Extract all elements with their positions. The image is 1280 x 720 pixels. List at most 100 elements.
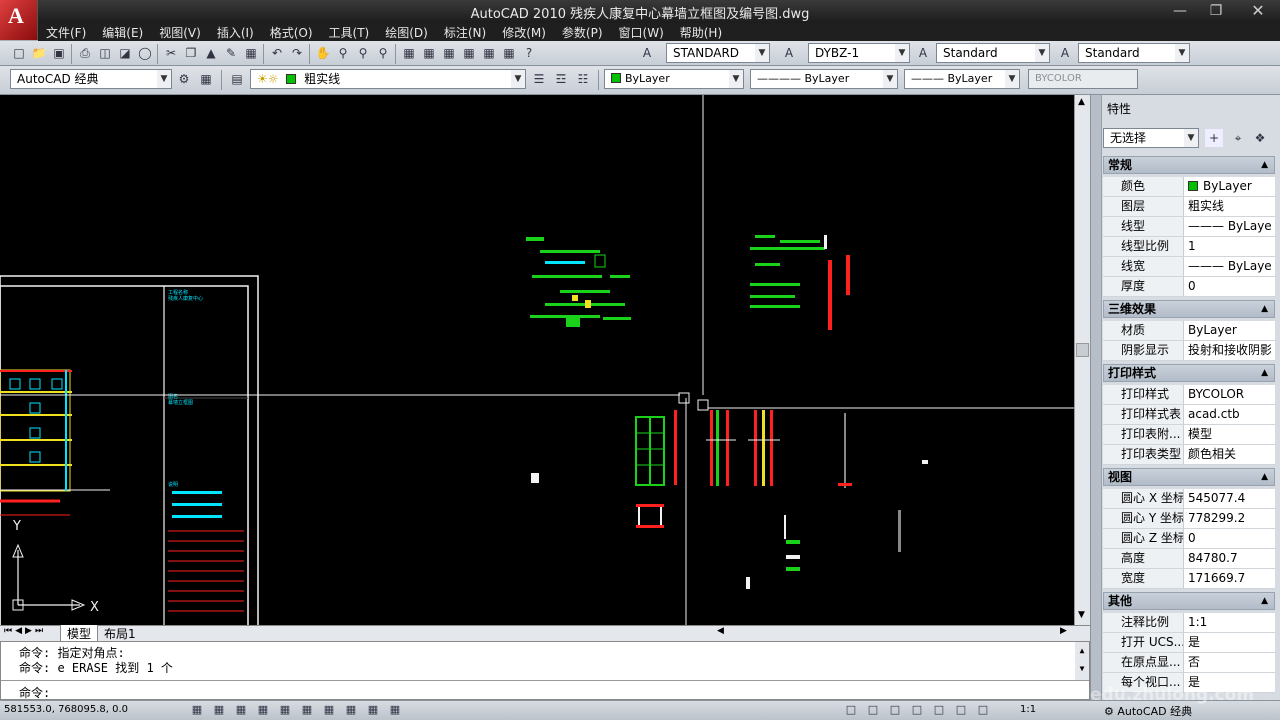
toggle-pickadd-icon[interactable]: + [1205,129,1223,147]
application-menu-button[interactable]: A [0,0,38,40]
menu-item-7[interactable]: 标注(N) [436,23,494,41]
quickcalc-icon[interactable]: ▦ [500,44,518,62]
lineweight-icon[interactable]: ▦ [364,701,382,719]
quick-select-icon[interactable]: ❖ [1251,129,1269,147]
selection-combo[interactable]: 无选择 ▼ [1103,128,1199,148]
select-objects-icon[interactable]: ⌖ [1229,129,1247,147]
ortho-icon[interactable]: ▦ [232,701,250,719]
scroll-up-icon[interactable]: ▲ [1078,97,1085,107]
mleader-style-icon[interactable]: A [1056,44,1074,62]
prop-row[interactable]: 打开 UCS... 是 [1103,633,1275,653]
workspace-settings-icon[interactable]: ⚙ [175,70,193,88]
command-prompt[interactable]: 命令: [19,684,50,701]
model-space-icon[interactable]: □ [842,701,860,719]
otrack-icon[interactable]: ▦ [298,701,316,719]
copy-icon[interactable]: ❐ [182,44,200,62]
pan-icon[interactable]: ✋ [314,44,332,62]
polar-icon[interactable]: ▦ [254,701,272,719]
scroll-down-icon[interactable]: ▼ [1078,610,1085,620]
prop-section-1[interactable]: 三维效果 ▲ [1103,300,1275,318]
new-file-icon[interactable]: □ [10,44,28,62]
prop-section-2[interactable]: 打印样式 ▲ [1103,364,1275,382]
scroll-thumb[interactable] [1076,343,1089,357]
prop-row[interactable]: 打印样式表 acad.ctb [1103,405,1275,425]
prop-row[interactable]: 在原点显... 否 [1103,653,1275,673]
prop-section-3[interactable]: 视图 ▲ [1103,468,1275,486]
markup-icon[interactable]: ▦ [480,44,498,62]
prop-row[interactable]: 宽度 171669.7 [1103,569,1275,589]
steering-wheel-icon[interactable]: □ [952,701,970,719]
help-icon[interactable]: ? [520,44,538,62]
publish-icon[interactable]: ◪ [116,44,134,62]
menu-item-2[interactable]: 视图(V) [151,23,209,41]
match-properties-icon[interactable]: ✎ [222,44,240,62]
minimize-icon[interactable]: — [1162,0,1198,22]
grid-icon[interactable]: ▦ [210,701,228,719]
command-scroll-icon[interactable]: ▲ ▼ [1075,642,1089,680]
tab-layout1[interactable]: 布局1 [98,625,142,642]
linetype-combo[interactable]: ———— ByLayer ▼ [750,69,898,89]
design-center-icon[interactable]: ▦ [420,44,438,62]
prop-row[interactable]: 颜色 ByLayer [1103,177,1275,197]
plot-style-combo[interactable]: BYCOLOR [1028,69,1138,89]
prop-row[interactable]: 图层 粗实线 [1103,197,1275,217]
menu-item-9[interactable]: 参数(P) [554,23,611,41]
ducs-icon[interactable]: ▦ [320,701,338,719]
restore-icon[interactable]: ❐ [1198,0,1234,22]
zoom-status-icon[interactable]: □ [930,701,948,719]
workspace-switch[interactable]: ⚙ AutoCAD 经典 [1104,703,1192,719]
menu-item-6[interactable]: 绘图(D) [377,23,436,41]
open-file-icon[interactable]: 📁 [30,44,48,62]
prop-row[interactable]: 圆心 Z 坐标 0 [1103,529,1275,549]
zoom-previous-icon[interactable]: ⚲ [374,44,392,62]
prop-row[interactable]: 线型比例 1 [1103,237,1275,257]
cut-icon[interactable]: ✂ [162,44,180,62]
layer-state-icon[interactable]: ☷ [574,70,592,88]
sheet-set-icon[interactable]: ▦ [460,44,478,62]
print-icon[interactable]: ⎙ [76,44,94,62]
mleader-style-combo[interactable]: Standard ▼ [1078,43,1190,63]
prop-row[interactable]: 线宽——— ByLayer [1103,257,1275,277]
zoom-window-icon[interactable]: ⚲ [354,44,372,62]
dim-style-combo[interactable]: DYBZ-1 ▼ [808,43,910,63]
prop-row[interactable]: 材质 ByLayer [1103,321,1275,341]
menu-item-4[interactable]: 格式(O) [262,23,321,41]
prop-row[interactable]: 打印表附... 模型 [1103,425,1275,445]
prop-row[interactable]: 圆心 X 坐标 545077.4 [1103,489,1275,509]
prop-row[interactable]: 打印样式 BYCOLOR [1103,385,1275,405]
tool-palettes-icon[interactable]: ▦ [440,44,458,62]
quick-view-drawings-icon[interactable]: □ [886,701,904,719]
qp-icon[interactable]: ▦ [386,701,404,719]
color-combo[interactable]: ByLayer ▼ [604,69,744,89]
undo-icon[interactable]: ↶ [268,44,286,62]
layer-manager-icon[interactable]: ▤ [228,70,246,88]
quick-view-layouts-icon[interactable]: □ [864,701,882,719]
zoom-realtime-icon[interactable]: ⚲ [334,44,352,62]
menu-item-11[interactable]: 帮助(H) [672,23,730,41]
layer-previous-icon[interactable]: ☲ [552,70,570,88]
menu-item-0[interactable]: 文件(F) [38,23,94,41]
menu-item-5[interactable]: 工具(T) [321,23,378,41]
prop-row[interactable]: 注释比例 1:1 [1103,613,1275,633]
text-style-icon[interactable]: A [638,44,656,62]
print-preview-icon[interactable]: ◫ [96,44,114,62]
prop-row[interactable]: 打印表类型 颜色相关 [1103,445,1275,465]
lineweight-combo[interactable]: ——— ByLayer ▼ [904,69,1020,89]
pan-status-icon[interactable]: □ [908,701,926,719]
tab-nav-icons[interactable]: ⏮◀▶⏭ [4,626,46,636]
drawing-canvas[interactable]: 工程名称 残疾人康复中心 图名 幕墙立框图 说明 X Y [0,95,1074,625]
vertical-scrollbar[interactable]: ▲ ▼ [1074,95,1090,625]
showmotion-icon[interactable]: □ [974,701,992,719]
prop-row[interactable]: 厚度 0 [1103,277,1275,297]
table-style-combo[interactable]: Standard ▼ [936,43,1050,63]
layer-combo[interactable]: ☀☼ 粗实线 ▼ [250,69,526,89]
close-icon[interactable]: ✕ [1240,0,1276,22]
paste-icon[interactable]: ▲ [202,44,220,62]
prop-row[interactable]: 圆心 Y 坐标 778299.2 [1103,509,1275,529]
workspace-save-icon[interactable]: ▦ [197,70,215,88]
redo-icon[interactable]: ↷ [288,44,306,62]
hscroll-left-icon[interactable]: ◀ [717,626,724,636]
prop-row[interactable]: 阴影显示 投射和接收阴影 [1103,341,1275,361]
save-icon[interactable]: ▣ [50,44,68,62]
properties-icon[interactable]: ▦ [400,44,418,62]
